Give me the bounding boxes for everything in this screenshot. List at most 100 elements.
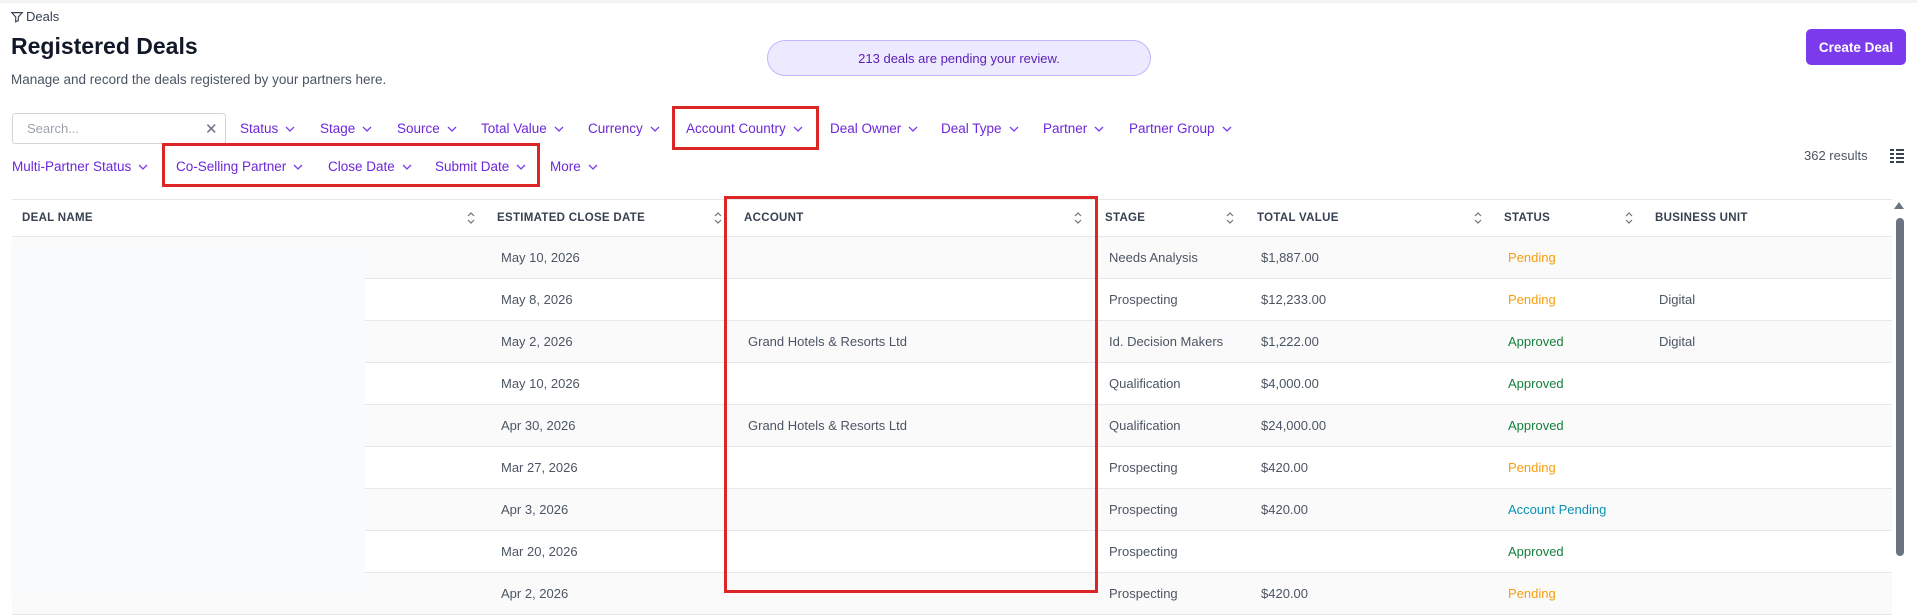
breadcrumb-label: Deals: [26, 9, 60, 24]
chevron-down-icon: [1094, 126, 1104, 132]
filter-partner[interactable]: Partner: [1043, 121, 1104, 136]
chevron-down-icon: [588, 164, 598, 170]
cell-status: Pending: [1508, 460, 1556, 475]
cell-account: Grand Hotels & Resorts Ltd: [748, 418, 907, 433]
filter-label: Co-Selling Partner: [176, 159, 287, 174]
filter-account-country[interactable]: Account Country: [686, 121, 803, 136]
filter-deal-owner[interactable]: Deal Owner: [830, 121, 918, 136]
filter-partner-group[interactable]: Partner Group: [1129, 121, 1232, 136]
column-account[interactable]: ACCOUNT: [744, 200, 804, 236]
chevron-down-icon: [908, 126, 918, 132]
cell-close-date: Apr 2, 2026: [501, 586, 569, 601]
top-border: [0, 0, 1917, 3]
filter-label: Deal Type: [941, 121, 1002, 136]
filter-source[interactable]: Source: [397, 121, 457, 136]
clear-search-icon[interactable]: ✕: [205, 120, 218, 138]
cell-total-value: $420.00: [1261, 502, 1308, 517]
filter-label: Status: [240, 121, 279, 136]
filter-label: Stage: [320, 121, 356, 136]
filter-label: Partner Group: [1129, 121, 1215, 136]
column-settings-icon[interactable]: [1889, 147, 1905, 163]
cell-account: Grand Hotels & Resorts Ltd: [748, 334, 907, 349]
table-header: DEAL NAME ESTIMATED CLOSE DATE ACCOUNT S…: [12, 199, 1892, 237]
filter-label: More: [550, 159, 581, 174]
filter-currency[interactable]: Currency: [588, 121, 660, 136]
filter-label: Close Date: [328, 159, 395, 174]
filter-label: Total Value: [481, 121, 547, 136]
cell-status: Account Pending: [1508, 502, 1607, 517]
cell-close-date: May 8, 2026: [501, 292, 573, 307]
cell-total-value: $4,000.00: [1261, 376, 1319, 391]
chevron-down-icon: [793, 126, 803, 132]
chevron-down-icon: [402, 164, 412, 170]
cell-close-date: Apr 3, 2026: [501, 502, 569, 517]
filter-deal-type[interactable]: Deal Type: [941, 121, 1019, 136]
sort-icon[interactable]: [1225, 211, 1235, 225]
page-title: Registered Deals: [11, 33, 198, 59]
chevron-down-icon: [516, 164, 526, 170]
cell-close-date: May 10, 2026: [501, 376, 580, 391]
cell-stage: Prospecting: [1109, 502, 1178, 517]
cell-status: Approved: [1508, 544, 1564, 559]
filter-co-selling-partner[interactable]: Co-Selling Partner: [176, 159, 303, 174]
sort-icon[interactable]: [713, 211, 723, 225]
cell-close-date: Apr 30, 2026: [501, 418, 576, 433]
chevron-down-icon: [1222, 126, 1232, 132]
pending-review-text: 213 deals are pending your review.: [858, 50, 1060, 66]
filter-label: Account Country: [686, 121, 786, 136]
cell-status: Approved: [1508, 334, 1564, 349]
chevron-down-icon: [285, 126, 295, 132]
column-status[interactable]: STATUS: [1504, 200, 1550, 236]
scroll-up-icon[interactable]: [1894, 202, 1904, 209]
cell-total-value: $12,233.00: [1261, 292, 1327, 307]
cell-total-value: $420.00: [1261, 586, 1308, 601]
cell-stage: Prospecting: [1109, 544, 1178, 559]
column-deal-name[interactable]: DEAL NAME: [22, 200, 93, 236]
cell-stage: Prospecting: [1109, 586, 1178, 601]
cell-status: Approved: [1508, 376, 1564, 391]
results-count: 362 results: [1804, 148, 1868, 163]
filter-close-date[interactable]: Close Date: [328, 159, 412, 174]
cell-total-value: $1,222.00: [1261, 334, 1319, 349]
sort-icon[interactable]: [1473, 211, 1483, 225]
cell-stage: Needs Analysis: [1109, 250, 1198, 265]
breadcrumb[interactable]: Deals: [10, 9, 59, 24]
cell-close-date: Mar 27, 2026: [501, 460, 578, 475]
column-total-value[interactable]: TOTAL VALUE: [1257, 200, 1339, 236]
chevron-down-icon: [293, 164, 303, 170]
filter-multi-partner-status[interactable]: Multi-Partner Status: [12, 159, 148, 174]
filter-more[interactable]: More: [550, 159, 598, 174]
filter-total-value[interactable]: Total Value: [481, 121, 564, 136]
filter-label: Source: [397, 121, 440, 136]
cell-status: Pending: [1508, 250, 1556, 265]
cell-business-unit: Digital: [1659, 334, 1696, 349]
filter-label: Currency: [588, 121, 643, 136]
sort-icon[interactable]: [1073, 211, 1083, 225]
chevron-down-icon: [650, 126, 660, 132]
cell-status: Pending: [1508, 586, 1556, 601]
column-stage[interactable]: STAGE: [1105, 200, 1145, 236]
cell-close-date: May 10, 2026: [501, 250, 580, 265]
create-deal-button[interactable]: Create Deal: [1806, 29, 1906, 65]
filter-stage[interactable]: Stage: [320, 121, 372, 136]
cell-stage: Qualification: [1109, 376, 1181, 391]
pending-review-banner[interactable]: 213 deals are pending your review.: [767, 40, 1151, 76]
filter-label: Multi-Partner Status: [12, 159, 132, 174]
filter-label: Submit Date: [435, 159, 510, 174]
chevron-down-icon: [447, 126, 457, 132]
filter-status[interactable]: Status: [240, 121, 295, 136]
deals-icon: [10, 11, 24, 23]
cell-stage: Qualification: [1109, 418, 1181, 433]
sort-icon[interactable]: [1624, 211, 1634, 225]
filter-label: Partner: [1043, 121, 1088, 136]
search-input[interactable]: [25, 120, 205, 137]
column-business-unit[interactable]: BUSINESS UNIT: [1655, 200, 1748, 236]
sort-icon[interactable]: [466, 211, 476, 225]
filter-submit-date[interactable]: Submit Date: [435, 159, 526, 174]
cell-stage: Prospecting: [1109, 292, 1178, 307]
chevron-down-icon: [554, 126, 564, 132]
cell-stage: Prospecting: [1109, 460, 1178, 475]
column-estimated-close-date[interactable]: ESTIMATED CLOSE DATE: [497, 200, 645, 236]
table-scrollbar[interactable]: [1893, 200, 1905, 595]
scrollbar-thumb[interactable]: [1896, 218, 1904, 556]
